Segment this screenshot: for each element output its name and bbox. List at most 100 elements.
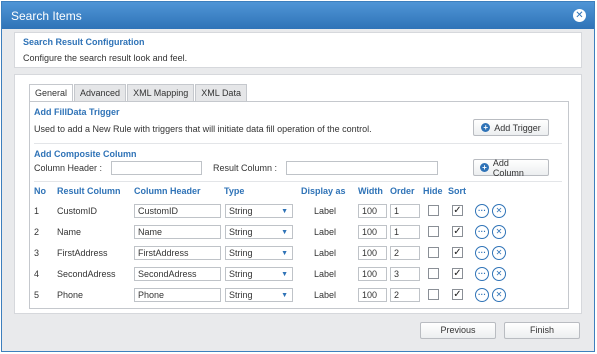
ellipsis-icon[interactable]: ··· [475, 204, 489, 218]
header-description: Configure the search result look and fee… [23, 53, 188, 63]
dialog-title: Search Items [11, 9, 82, 23]
result-column-label: Result Column : [213, 163, 278, 173]
type-value: String [229, 269, 253, 279]
column-header-field[interactable]: CustomID [134, 204, 221, 218]
table-row: 3 FirstAddress FirstAddress String ▼ Labe… [30, 244, 570, 264]
column-header-field[interactable]: FirstAddress [134, 246, 221, 260]
type-value: String [229, 206, 253, 216]
type-value: String [229, 290, 253, 300]
order-field[interactable]: 1 [390, 204, 420, 218]
order-field[interactable]: 1 [390, 225, 420, 239]
header-sort: Sort [448, 186, 466, 196]
result-column-input[interactable] [286, 161, 438, 175]
row-number: 5 [34, 290, 40, 300]
order-field[interactable]: 2 [390, 288, 420, 302]
tab-advanced[interactable]: Advanced [74, 84, 127, 101]
row-result-column: Phone [57, 290, 84, 300]
sort-checkbox[interactable]: ✓ [452, 268, 463, 279]
remove-icon[interactable]: ✕ [492, 225, 506, 239]
width-field[interactable]: 100 [358, 225, 387, 239]
configuration-header: Search Result Configuration Configure th… [14, 32, 582, 68]
ellipsis-icon[interactable]: ··· [475, 246, 489, 260]
column-header-field[interactable]: Phone [134, 288, 221, 302]
header-type: Type [224, 186, 245, 196]
header-order: Order [390, 186, 415, 196]
add-trigger-label: Add Trigger [494, 122, 541, 133]
header-title: Search Result Configuration [23, 37, 145, 47]
hide-checkbox[interactable] [428, 226, 439, 237]
chevron-down-icon: ▼ [281, 292, 288, 299]
column-header-field[interactable]: SecondAdress [134, 267, 221, 281]
plus-circle-icon: + [481, 123, 491, 132]
filldata-description: Used to add a New Rule with triggers tha… [34, 124, 372, 134]
remove-icon[interactable]: ✕ [492, 288, 506, 302]
sort-checkbox[interactable]: ✓ [452, 226, 463, 237]
remove-icon[interactable]: ✕ [492, 204, 506, 218]
sort-checkbox[interactable]: ✓ [452, 247, 463, 258]
display-as-value: Label [314, 290, 337, 300]
column-header-input[interactable] [111, 161, 202, 175]
ellipsis-icon[interactable]: ··· [475, 288, 489, 302]
header-width: Width [358, 186, 383, 196]
width-field[interactable]: 100 [358, 267, 387, 281]
order-field[interactable]: 2 [390, 246, 420, 260]
sort-checkbox[interactable]: ✓ [452, 289, 463, 300]
finish-button[interactable]: Finish [504, 322, 580, 339]
hide-checkbox[interactable] [428, 205, 439, 216]
row-result-column: Name [57, 227, 82, 237]
chevron-down-icon: ▼ [281, 271, 288, 278]
table-row: 4 SecondAdress SecondAdress String ▼ Labe… [30, 265, 570, 285]
remove-icon[interactable]: ✕ [492, 246, 506, 260]
header-display-as: Display as [301, 186, 346, 196]
tab-general[interactable]: General [29, 84, 74, 102]
dialog-titlebar: Search Items ✕ [2, 2, 594, 29]
ellipsis-icon[interactable]: ··· [475, 267, 489, 281]
hide-checkbox[interactable] [428, 268, 439, 279]
hide-checkbox[interactable] [428, 247, 439, 258]
order-field[interactable]: 3 [390, 267, 420, 281]
row-result-column: FirstAddress [57, 248, 108, 258]
width-field[interactable]: 100 [358, 204, 387, 218]
ellipsis-icon[interactable]: ··· [475, 225, 489, 239]
sort-checkbox[interactable]: ✓ [452, 205, 463, 216]
tab-xml-mapping[interactable]: XML Mapping [127, 84, 195, 101]
general-tab-content: Add FillData Trigger Used to add a New R… [29, 101, 569, 309]
row-number: 2 [34, 227, 40, 237]
search-items-dialog: Search Items ✕ Search Result Configurati… [1, 1, 595, 352]
add-column-label: Add Column [492, 157, 524, 178]
section-divider [34, 143, 562, 144]
display-as-value: Label [314, 269, 337, 279]
header-hide: Hide [423, 186, 443, 196]
add-trigger-button[interactable]: + Add Trigger [473, 119, 549, 136]
tab-bar: General Advanced XML Mapping XML Data [29, 84, 247, 102]
main-panel: General Advanced XML Mapping XML Data Ad… [14, 74, 582, 314]
row-number: 1 [34, 206, 40, 216]
tab-xml-data[interactable]: XML Data [195, 84, 247, 101]
type-select[interactable]: String ▼ [225, 267, 293, 281]
add-column-button[interactable]: + Add Column [473, 157, 549, 178]
display-as-value: Label [314, 248, 337, 258]
row-result-column: CustomID [57, 206, 98, 216]
remove-icon[interactable]: ✕ [492, 267, 506, 281]
type-select[interactable]: String ▼ [225, 246, 293, 260]
type-value: String [229, 227, 253, 237]
width-field[interactable]: 100 [358, 288, 387, 302]
type-select[interactable]: String ▼ [225, 225, 293, 239]
table-row: 2 Name Name String ▼ Label 100 1 ✓ ··· ✕ [30, 223, 570, 243]
type-select[interactable]: String ▼ [225, 204, 293, 218]
column-header-field[interactable]: Name [134, 225, 221, 239]
plus-circle-icon: + [480, 163, 489, 172]
header-column-header: Column Header [134, 186, 201, 196]
table-row: 5 Phone Phone String ▼ Label 100 2 ✓ ··· … [30, 286, 570, 306]
close-icon[interactable]: ✕ [573, 9, 586, 22]
chevron-down-icon: ▼ [281, 208, 288, 215]
chevron-down-icon: ▼ [281, 229, 288, 236]
chevron-down-icon: ▼ [281, 250, 288, 257]
section-divider [34, 181, 562, 182]
row-result-column: SecondAdress [57, 269, 116, 279]
type-select[interactable]: String ▼ [225, 288, 293, 302]
previous-button[interactable]: Previous [420, 322, 496, 339]
display-as-value: Label [314, 227, 337, 237]
width-field[interactable]: 100 [358, 246, 387, 260]
hide-checkbox[interactable] [428, 289, 439, 300]
